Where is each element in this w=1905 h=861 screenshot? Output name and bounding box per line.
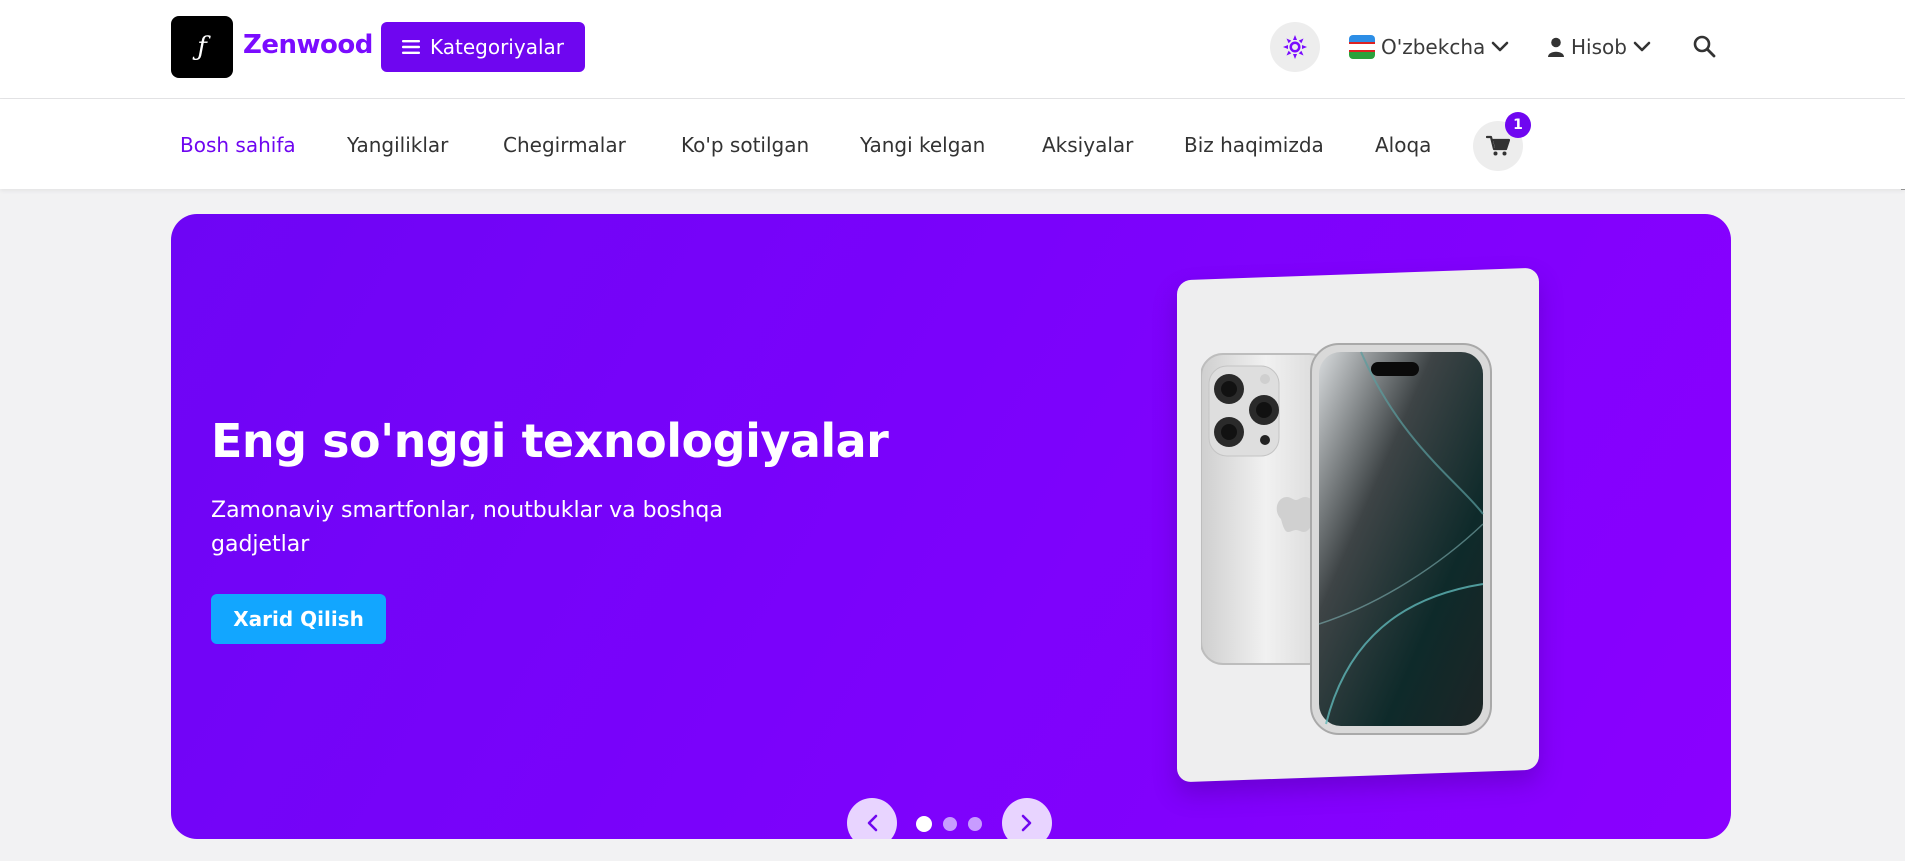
language-selector[interactable]: O'zbekcha xyxy=(1349,32,1509,62)
cart-icon xyxy=(1486,135,1510,156)
slide-dot-2[interactable] xyxy=(943,817,957,831)
categories-button[interactable]: Kategoriyalar xyxy=(381,22,585,72)
chevron-down-icon xyxy=(1491,41,1509,52)
buy-now-button[interactable]: Xarid Qilish xyxy=(211,594,386,644)
iphone-product-image[interactable] xyxy=(1201,324,1511,744)
menu-icon xyxy=(401,40,420,54)
search-button[interactable] xyxy=(1692,34,1716,62)
uz-flag-icon xyxy=(1349,35,1375,59)
nav-item-aksiyalar[interactable]: Aksiyalar xyxy=(1042,133,1133,157)
nav-item-aloqa[interactable]: Aloqa xyxy=(1375,133,1431,157)
theme-toggle-button[interactable] xyxy=(1270,22,1320,72)
account-menu[interactable]: Hisob xyxy=(1547,32,1651,62)
slide-dot-1[interactable] xyxy=(916,816,932,832)
hero-subtitle: Zamonaviy smartfonlar, noutbuklar va bos… xyxy=(211,498,723,557)
logo-icon[interactable]: ƒ xyxy=(171,16,233,78)
chevron-left-icon xyxy=(867,814,878,832)
next-slide-button[interactable] xyxy=(1002,798,1052,839)
cart-count-badge: 1 xyxy=(1505,112,1531,138)
nav-item-biz-haqimizda[interactable]: Biz haqimizda xyxy=(1184,133,1324,157)
nav-item-chegirmalar[interactable]: Chegirmalar xyxy=(503,133,626,157)
sun-icon xyxy=(1283,35,1307,59)
prev-slide-button[interactable] xyxy=(847,798,897,839)
top-header: ƒ Zenwood Kategoriyalar O'zbekcha Hisob xyxy=(0,0,1905,99)
hero-banner: Eng so'nggi texnologiyalar Zamonaviy sma… xyxy=(171,214,1731,839)
main-nav: Bosh sahifa Yangiliklar Chegirmalar Ko'p… xyxy=(0,99,1905,189)
chevron-down-icon xyxy=(1633,41,1651,52)
chevron-right-icon xyxy=(1021,814,1032,832)
nav-item-yangi-kelgan[interactable]: Yangi kelgan xyxy=(860,133,985,157)
nav-item-kop-sotilgan[interactable]: Ko'p sotilgan xyxy=(681,133,809,157)
search-icon xyxy=(1693,35,1716,58)
language-label: O'zbekcha xyxy=(1381,35,1486,59)
nav-item-bosh-sahifa[interactable]: Bosh sahifa xyxy=(180,133,296,157)
nav-item-yangiliklar[interactable]: Yangiliklar xyxy=(347,133,448,157)
user-icon xyxy=(1548,37,1564,57)
brand-name[interactable]: Zenwood xyxy=(243,30,373,60)
hero-title: Eng so'nggi texnologiyalar xyxy=(211,414,889,468)
account-label: Hisob xyxy=(1571,35,1627,59)
slide-dot-3[interactable] xyxy=(968,817,982,831)
categories-label: Kategoriyalar xyxy=(429,35,564,59)
